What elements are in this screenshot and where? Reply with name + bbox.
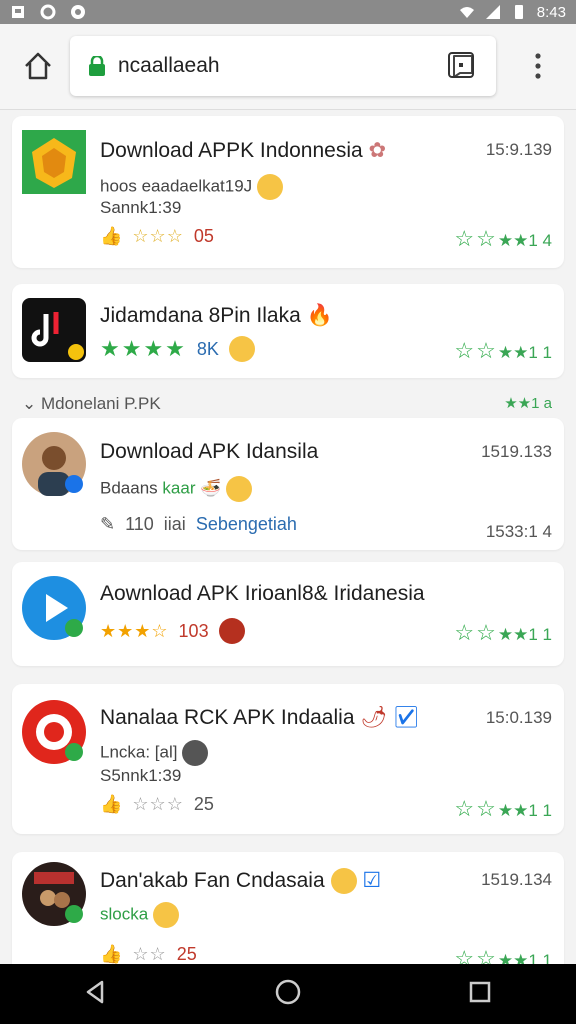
green-rating: ☆☆★★1 1 (454, 796, 552, 821)
rating-stars: ★★★★ (100, 336, 187, 361)
emoji-icon (152, 902, 179, 928)
item-date: Sannk1:39 (100, 198, 182, 217)
pencil-icon: ✎ (100, 514, 116, 534)
tabs-button[interactable] (446, 50, 476, 80)
item-subtitle: Lncka: [al] (100, 740, 209, 766)
item-title: Jidamdana 8Pin Ilaka 🔥 (100, 304, 333, 327)
item-title: Nanalaa RCK APK Indaalia 🌶 ☑ (100, 706, 420, 729)
rating-stars: ★★★☆ (100, 620, 169, 641)
url-bar[interactable]: ncaallaeah (70, 36, 496, 96)
list-item[interactable]: Aownload APK Irioanl8& Iridanesia ★★★☆ 1… (12, 562, 564, 666)
item-meta: ★★★★ 8K (100, 336, 255, 362)
url-text: ncaallaeah (118, 54, 220, 77)
item-meta: 👍 ☆☆ 25 (100, 944, 197, 964)
browser-toolbar: ncaallaeah (0, 24, 576, 110)
item-meta: 👍 ☆☆☆ 25 (100, 794, 214, 815)
tabs-icon (448, 52, 474, 78)
lock-icon (88, 54, 106, 76)
item-time: 15:9.139 (485, 140, 552, 159)
back-button[interactable] (81, 977, 111, 1012)
status-time: 8:43 (536, 3, 566, 21)
rating-value: 8K (196, 338, 219, 359)
app-icon (22, 298, 86, 362)
overflow-menu-button[interactable] (526, 50, 550, 82)
item-title: Download APK Idansila (100, 440, 319, 463)
thumbs-up-icon: 👍 (100, 226, 123, 246)
item-meta-text: iiai (163, 514, 186, 534)
home-nav-button[interactable] (273, 977, 303, 1012)
battery-icon (511, 4, 527, 20)
green-rating: ☆☆★★1 4 (454, 226, 552, 251)
item-subtitle: slocka (100, 902, 179, 928)
wifi-icon (459, 4, 475, 20)
item-link[interactable]: Sebengetiah (196, 514, 297, 535)
item-meta: ★★★☆ 103 (100, 618, 245, 644)
item-title: Download APPK Indonnesia ✿ (100, 139, 387, 162)
section-rating: ★★1 a (504, 395, 552, 412)
rating-stars: ☆☆☆ (132, 226, 184, 246)
list-item[interactable]: Dan'akab Fan Cndasaia ☑ 1519.134 slocka … (12, 852, 564, 964)
recents-button[interactable] (465, 977, 495, 1012)
notification-icon (10, 4, 26, 20)
rating-stars: ☆☆☆ (132, 794, 184, 814)
list-item[interactable]: Jidamdana 8Pin Ilaka 🔥 ★★★★ 8K ☆☆★★1 1 (12, 284, 564, 378)
item-meta: 👍 ☆☆☆ 05 (100, 226, 214, 247)
system-nav-bar (0, 964, 576, 1024)
item-subtitle: hoos eaadaelkat19J (100, 174, 283, 200)
item-time: 15:0.139 (485, 708, 552, 727)
rating-value: 25 (176, 944, 197, 964)
rating-value: 25 (193, 794, 214, 814)
item-date: S5nnk1:39 (100, 766, 182, 785)
emoji-icon (228, 336, 255, 362)
avatar (182, 740, 209, 766)
item-time: 1519.133 (481, 442, 552, 461)
recents-icon (469, 981, 491, 1002)
emoji-icon (256, 174, 283, 200)
list-item[interactable]: Download APK Idansila 1519.133 Bdaans ka… (12, 418, 564, 550)
section-header[interactable]: ⌄ Mdonelani P.PK (22, 394, 161, 414)
home-button[interactable] (20, 48, 56, 84)
item-meta: ✎ 110 iiai Sebengetiah (100, 514, 297, 535)
item-subtitle: Bdaans kaar 🍜 (100, 476, 253, 502)
rating-stars: ☆☆ (132, 944, 167, 964)
thumbs-up-icon: 👍 (100, 944, 123, 964)
rating-value: 05 (193, 226, 214, 246)
item-count: 110 (125, 514, 154, 534)
item-time-secondary: 1533:1 4 (485, 522, 552, 541)
signal-icon (485, 4, 501, 20)
app-icon (22, 130, 86, 194)
thumbs-up-icon: 👍 (100, 794, 123, 814)
item-title: Aownload APK Irioanl8& Iridanesia (100, 582, 425, 605)
home-circle-icon (275, 979, 301, 1004)
sync-icon (40, 4, 56, 20)
emoji-icon (218, 618, 245, 644)
status-bar: 8:43 (0, 0, 576, 24)
app-icon (70, 4, 86, 20)
results-list: Download APPK Indonnesia ✿ 15:9.139 hoos… (0, 112, 576, 964)
avatar (22, 432, 86, 496)
emoji-icon (226, 476, 253, 502)
green-rating: ☆☆★★1 1 (454, 620, 552, 645)
avatar (22, 862, 86, 926)
rating-value: 103 (178, 620, 209, 641)
back-icon (86, 980, 104, 1003)
more-vertical-icon (535, 53, 541, 79)
green-rating: ☆☆★★1 1 (454, 946, 552, 964)
item-title: Dan'akab Fan Cndasaia ☑ (100, 868, 381, 895)
app-icon (22, 576, 86, 640)
home-icon (25, 52, 51, 80)
green-rating: ☆☆★★1 1 (454, 338, 552, 363)
app-icon (22, 700, 86, 764)
emoji-icon (330, 868, 357, 895)
list-item[interactable]: Download APPK Indonnesia ✿ 15:9.139 hoos… (12, 116, 564, 268)
item-time: 1519.134 (481, 870, 552, 889)
list-item[interactable]: Nanalaa RCK APK Indaalia 🌶 ☑ 15:0.139 Ln… (12, 684, 564, 834)
